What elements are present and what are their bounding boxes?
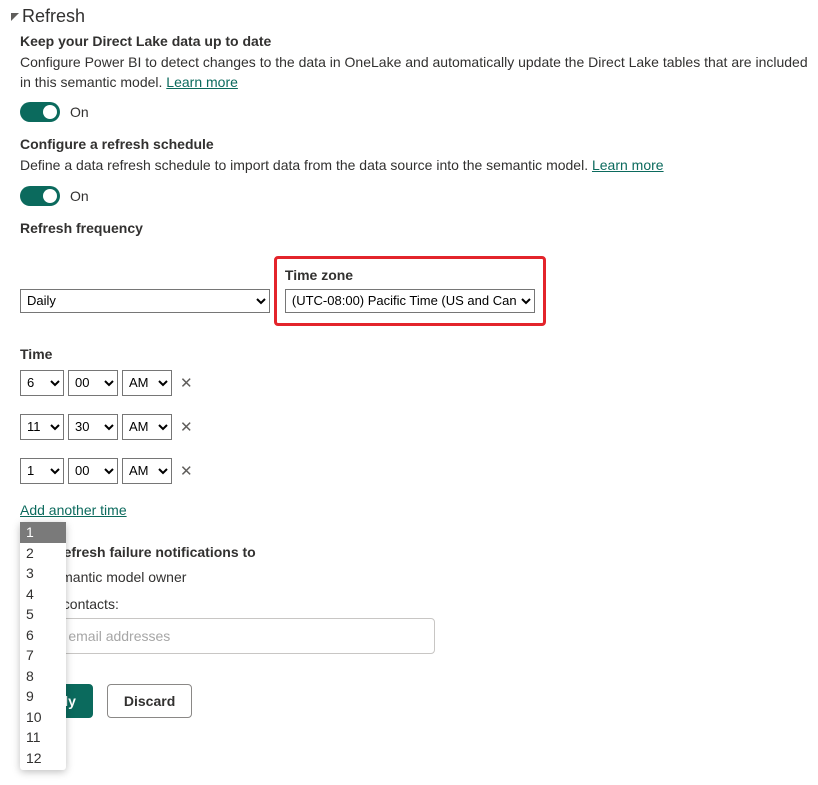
hour-dropdown[interactable]: 123456789101112	[20, 522, 66, 770]
timezone-select[interactable]: (UTC-08:00) Pacific Time (US and Canada)	[285, 289, 535, 313]
time-minute-select-1[interactable]: 00	[68, 370, 118, 396]
schedule-heading: Configure a refresh schedule	[20, 136, 808, 152]
timezone-highlight-box: Time zone (UTC-08:00) Pacific Time (US a…	[274, 256, 546, 326]
hour-option[interactable]: 6	[20, 625, 66, 646]
schedule-description: Define a data refresh schedule to import…	[20, 156, 808, 176]
direct-lake-desc-text: Configure Power BI to detect changes to …	[20, 54, 808, 90]
timezone-label: Time zone	[285, 267, 535, 283]
contacts-email-input[interactable]	[20, 618, 435, 654]
hour-option[interactable]: 2	[20, 543, 66, 564]
time-hour-select-3[interactable]: 1	[20, 458, 64, 484]
direct-lake-description: Configure Power BI to detect changes to …	[20, 53, 808, 92]
section-title: Refresh	[22, 6, 85, 27]
direct-lake-toggle[interactable]	[20, 102, 60, 122]
time-ampm-select-3[interactable]: AM	[122, 458, 172, 484]
add-time-link[interactable]: Add another time	[20, 502, 127, 518]
time-minute-select-3[interactable]: 00	[68, 458, 118, 484]
hour-option[interactable]: 12	[20, 748, 66, 769]
direct-lake-toggle-label: On	[70, 104, 89, 120]
remove-time-1[interactable]: ✕	[180, 374, 193, 392]
hour-option[interactable]: 5	[20, 604, 66, 625]
remove-time-3[interactable]: ✕	[180, 462, 193, 480]
contacts-label: These contacts:	[20, 596, 808, 612]
notifications-heading: Send refresh failure notifications to	[20, 544, 808, 560]
hour-option[interactable]: 8	[20, 666, 66, 687]
time-ampm-select-1[interactable]: AM	[122, 370, 172, 396]
section-header[interactable]: Refresh	[10, 6, 808, 27]
time-row-1: 6 00 AM ✕	[20, 370, 808, 396]
hour-option[interactable]: 10	[20, 707, 66, 728]
time-label: Time	[20, 346, 808, 362]
hour-option[interactable]: 7	[20, 645, 66, 666]
time-hour-select-2[interactable]: 11	[20, 414, 64, 440]
direct-lake-learn-more-link[interactable]: Learn more	[166, 74, 238, 90]
collapse-icon	[10, 12, 20, 22]
time-row-2: 11 30 AM ✕	[20, 414, 808, 440]
hour-option[interactable]: 11	[20, 727, 66, 748]
time-hour-select-1[interactable]: 6	[20, 370, 64, 396]
direct-lake-heading: Keep your Direct Lake data up to date	[20, 33, 808, 49]
remove-time-2[interactable]: ✕	[180, 418, 193, 436]
hour-option[interactable]: 4	[20, 584, 66, 605]
frequency-label: Refresh frequency	[20, 220, 808, 236]
hour-option[interactable]: 9	[20, 686, 66, 707]
schedule-toggle[interactable]	[20, 186, 60, 206]
hour-option[interactable]: 3	[20, 563, 66, 584]
time-ampm-select-2[interactable]: AM	[122, 414, 172, 440]
discard-button[interactable]: Discard	[107, 684, 192, 718]
time-minute-select-2[interactable]: 30	[68, 414, 118, 440]
schedule-learn-more-link[interactable]: Learn more	[592, 157, 664, 173]
schedule-toggle-label: On	[70, 188, 89, 204]
frequency-select[interactable]: Daily	[20, 289, 270, 313]
hour-option[interactable]: 1	[20, 522, 66, 543]
schedule-desc-text: Define a data refresh schedule to import…	[20, 157, 592, 173]
time-row-3: 1 00 AM ✕	[20, 458, 808, 484]
